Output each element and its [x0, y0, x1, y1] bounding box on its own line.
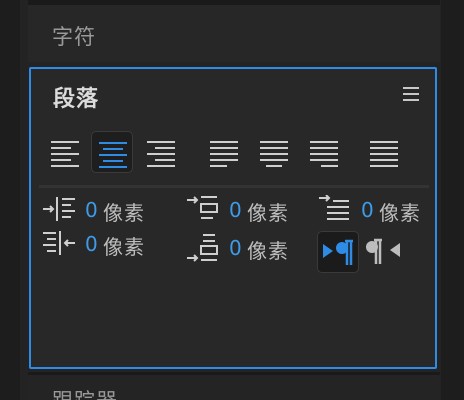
indent-right-field[interactable]: 0 像素 [41, 229, 171, 259]
indent-left-icon [43, 197, 75, 221]
rtl-direction-button[interactable] [363, 231, 405, 273]
align-right-icon [147, 141, 175, 167]
justify-last-left-icon [210, 141, 238, 167]
align-center-button[interactable] [91, 131, 133, 173]
justify-last-left-button[interactable] [203, 131, 245, 173]
first-line-indent-value[interactable]: 0 [361, 198, 374, 222]
paragraph-section: 段落 0 像素 0 像素 0 像素 0 像素 0 像素 [29, 67, 437, 369]
space-after-icon [187, 234, 218, 262]
space-before-icon [187, 196, 218, 219]
align-center-icon [99, 142, 127, 168]
first-line-indent-unit: 像素 [379, 201, 421, 225]
space-before-unit: 像素 [247, 201, 289, 225]
space-after-value[interactable]: 0 [229, 236, 242, 260]
character-section-header[interactable]: 字符 [28, 0, 440, 62]
tracker-section-header[interactable]: 跟踪器 [28, 372, 440, 400]
space-before-field[interactable]: 0 像素 [185, 195, 315, 225]
indent-left-unit: 像素 [103, 201, 145, 225]
justify-last-right-icon [310, 141, 338, 167]
first-line-indent-field[interactable]: 0 像素 [317, 195, 433, 225]
ltr-direction-button[interactable] [317, 231, 359, 273]
left-panel-edge [0, 0, 20, 400]
justify-last-center-button[interactable] [253, 131, 295, 173]
space-after-field[interactable]: 0 像素 [185, 233, 315, 263]
paragraph-section-title: 段落 [53, 87, 100, 112]
hamburger-menu-icon [403, 87, 419, 101]
justify-all-button[interactable] [363, 131, 405, 173]
divider [39, 185, 429, 188]
indent-right-icon [43, 231, 75, 255]
rtl-paragraph-icon [366, 238, 400, 264]
justify-last-right-button[interactable] [303, 131, 345, 173]
space-after-unit: 像素 [247, 239, 289, 263]
panel-menu-button[interactable] [403, 87, 419, 103]
align-left-icon [51, 141, 79, 167]
character-section-title: 字符 [52, 25, 96, 49]
align-right-button[interactable] [141, 131, 183, 173]
justify-last-center-icon [260, 141, 288, 167]
tracker-section-title: 跟踪器 [52, 385, 118, 400]
indent-right-unit: 像素 [103, 235, 145, 259]
first-line-indent-icon [319, 195, 349, 220]
indent-left-value[interactable]: 0 [85, 198, 98, 222]
justify-all-icon [370, 141, 398, 167]
indent-right-value[interactable]: 0 [85, 232, 98, 256]
indent-left-field[interactable]: 0 像素 [41, 195, 171, 225]
right-panel-edge [441, 0, 464, 400]
align-left-button[interactable] [43, 131, 85, 173]
space-before-value[interactable]: 0 [229, 198, 242, 222]
ltr-paragraph-icon [323, 239, 353, 265]
